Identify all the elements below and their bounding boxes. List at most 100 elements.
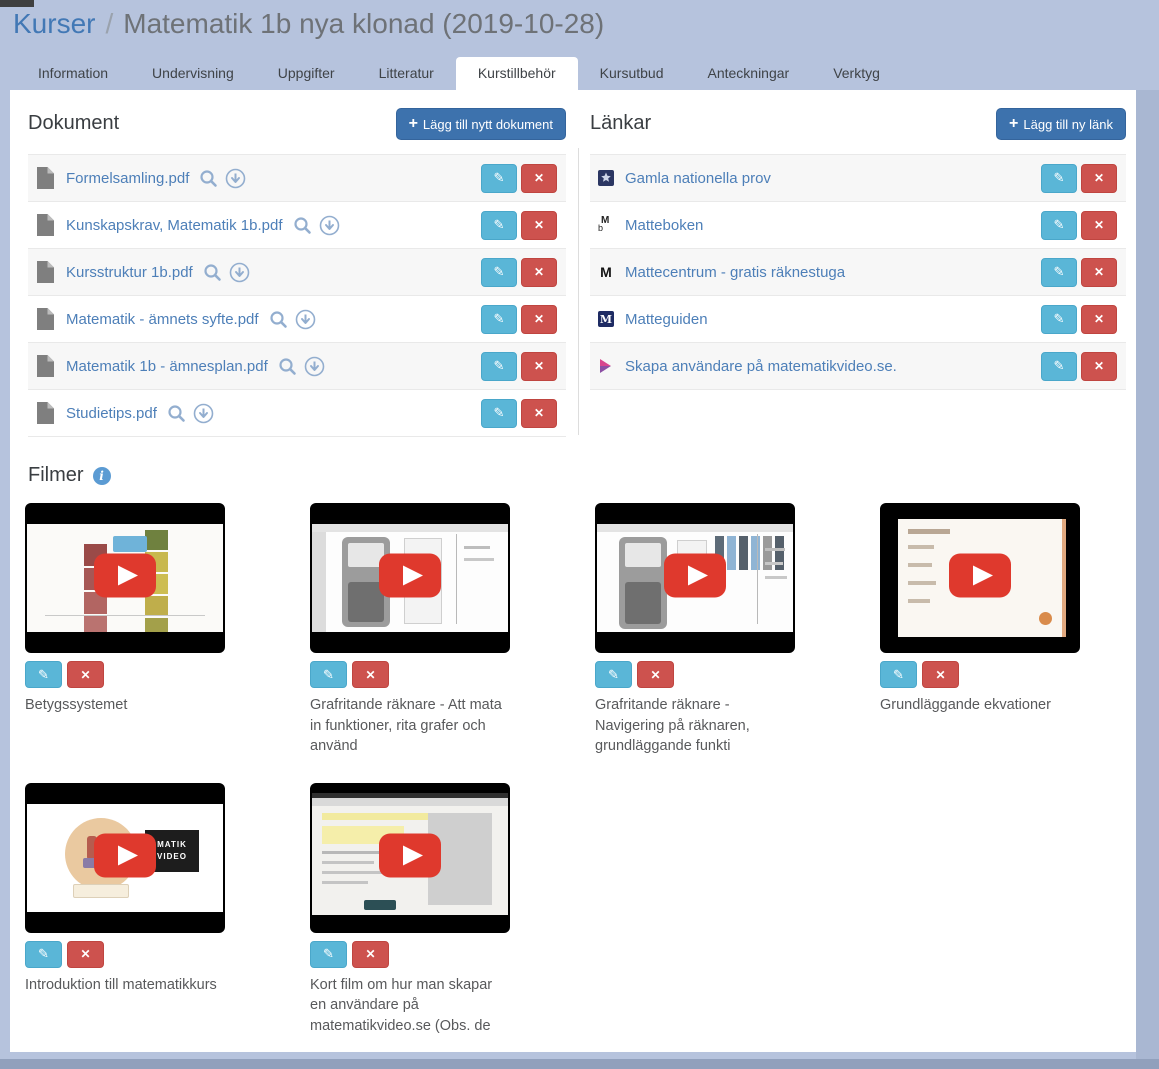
thumb-art — [751, 536, 760, 570]
delete-video-button[interactable]: ✕ — [922, 661, 959, 688]
pencil-icon: ✎ — [1054, 311, 1065, 327]
thumb-art — [765, 576, 787, 579]
play-button[interactable] — [664, 554, 726, 603]
delete-video-button[interactable]: ✕ — [67, 941, 104, 968]
document-link[interactable]: Studietips.pdf — [66, 405, 157, 422]
edit-document-button[interactable]: ✎ — [481, 399, 517, 428]
download-icon[interactable] — [319, 215, 340, 236]
edit-link-button[interactable]: ✎ — [1041, 305, 1077, 334]
edit-link-button[interactable]: ✎ — [1041, 258, 1077, 287]
download-icon[interactable] — [193, 403, 214, 424]
document-link[interactable]: Kursstruktur 1b.pdf — [66, 264, 193, 281]
delete-document-button[interactable]: ✕ — [521, 399, 557, 428]
preview-icon[interactable] — [167, 404, 186, 423]
download-icon[interactable] — [229, 262, 250, 283]
document-link[interactable]: Matematik - ämnets syfte.pdf — [66, 311, 259, 328]
document-link[interactable]: Formelsamling.pdf — [66, 170, 189, 187]
video-card: MATIKVIDEO ✎ ✕ Introduktion till matemat… — [25, 783, 225, 1037]
edit-link-button[interactable]: ✎ — [1041, 352, 1077, 381]
delete-video-button[interactable]: ✕ — [637, 661, 674, 688]
add-link-button[interactable]: + Lägg till ny länk — [996, 108, 1126, 140]
link-anchor[interactable]: Matteboken — [625, 217, 703, 234]
edit-document-button[interactable]: ✎ — [481, 164, 517, 193]
tab-uppgifter[interactable]: Uppgifter — [256, 57, 357, 90]
info-icon[interactable]: i — [93, 467, 111, 485]
tab-kurstillbehor[interactable]: Kurstillbehör — [456, 57, 578, 90]
delete-link-button[interactable]: ✕ — [1081, 352, 1117, 381]
thumb-art — [908, 545, 934, 549]
preview-icon[interactable] — [203, 263, 222, 282]
thumb-art — [597, 524, 793, 532]
delete-document-button[interactable]: ✕ — [521, 305, 557, 334]
link-row: Gamla nationella prov ✎ ✕ — [590, 155, 1126, 202]
link-anchor[interactable]: Gamla nationella prov — [625, 170, 771, 187]
tab-verktyg[interactable]: Verktyg — [811, 57, 902, 90]
delete-video-button[interactable]: ✕ — [352, 661, 389, 688]
link-anchor[interactable]: Skapa användare på matematikvideo.se. — [625, 358, 897, 375]
pencil-icon: ✎ — [38, 946, 49, 962]
delete-document-button[interactable]: ✕ — [521, 164, 557, 193]
add-document-button[interactable]: + Lägg till nytt dokument — [396, 108, 566, 140]
delete-video-button[interactable]: ✕ — [67, 661, 104, 688]
edit-document-button[interactable]: ✎ — [481, 305, 517, 334]
download-icon[interactable] — [304, 356, 325, 377]
document-link[interactable]: Kunskapskrav, Matematik 1b.pdf — [66, 217, 283, 234]
delete-document-button[interactable]: ✕ — [521, 352, 557, 381]
edit-video-button[interactable]: ✎ — [25, 661, 62, 688]
play-button[interactable] — [379, 554, 441, 603]
delete-link-button[interactable]: ✕ — [1081, 164, 1117, 193]
play-button[interactable] — [379, 833, 441, 882]
edit-video-button[interactable]: ✎ — [310, 941, 347, 968]
delete-link-button[interactable]: ✕ — [1081, 258, 1117, 287]
thumb-art — [84, 616, 107, 632]
video-thumbnail[interactable] — [880, 503, 1080, 653]
delete-link-button[interactable]: ✕ — [1081, 305, 1117, 334]
breadcrumb-courses-link[interactable]: Kurser — [13, 8, 95, 39]
edit-link-button[interactable]: ✎ — [1041, 164, 1077, 193]
edit-document-button[interactable]: ✎ — [481, 211, 517, 240]
close-icon: ✕ — [1094, 359, 1104, 373]
video-thumbnail[interactable] — [310, 503, 510, 653]
close-icon: ✕ — [534, 265, 544, 279]
link-anchor[interactable]: Mattecentrum - gratis räknestuga — [625, 264, 845, 281]
page-title: Matematik 1b nya klonad (2019-10-28) — [123, 8, 604, 39]
edit-document-button[interactable]: ✎ — [481, 258, 517, 287]
preview-icon[interactable] — [199, 169, 218, 188]
tab-undervisning[interactable]: Undervisning — [130, 57, 256, 90]
delete-document-button[interactable]: ✕ — [521, 258, 557, 287]
delete-video-button[interactable]: ✕ — [352, 941, 389, 968]
download-icon[interactable] — [225, 168, 246, 189]
play-button[interactable] — [949, 554, 1011, 603]
document-link[interactable]: Matematik 1b - ämnesplan.pdf — [66, 358, 268, 375]
close-icon: ✕ — [534, 312, 544, 326]
video-thumbnail[interactable]: MATIKVIDEO — [25, 783, 225, 933]
close-icon: ✕ — [534, 218, 544, 232]
tab-anteckningar[interactable]: Anteckningar — [685, 57, 811, 90]
close-icon: ✕ — [650, 668, 660, 682]
tab-information[interactable]: Information — [16, 57, 130, 90]
download-icon[interactable] — [295, 309, 316, 330]
video-thumbnail[interactable] — [595, 503, 795, 653]
delete-document-button[interactable]: ✕ — [521, 211, 557, 240]
play-button[interactable] — [94, 554, 156, 603]
edit-video-button[interactable]: ✎ — [310, 661, 347, 688]
pink-play-icon — [598, 358, 614, 374]
edit-video-button[interactable]: ✎ — [595, 661, 632, 688]
edit-video-button[interactable]: ✎ — [25, 941, 62, 968]
preview-icon[interactable] — [278, 357, 297, 376]
video-thumbnail[interactable] — [25, 503, 225, 653]
preview-icon[interactable] — [293, 216, 312, 235]
thumb-art — [757, 534, 758, 624]
link-anchor[interactable]: Matteguiden — [625, 311, 708, 328]
tab-litteratur[interactable]: Litteratur — [357, 57, 456, 90]
edit-link-button[interactable]: ✎ — [1041, 211, 1077, 240]
video-thumbnail[interactable] — [310, 783, 510, 933]
edit-document-button[interactable]: ✎ — [481, 352, 517, 381]
tab-kursutbud[interactable]: Kursutbud — [578, 57, 686, 90]
play-button[interactable] — [94, 833, 156, 882]
delete-link-button[interactable]: ✕ — [1081, 211, 1117, 240]
window-edge-artifact — [0, 0, 34, 7]
edit-video-button[interactable]: ✎ — [880, 661, 917, 688]
preview-icon[interactable] — [269, 310, 288, 329]
video-grid: ✎ ✕ Betygssystemet — [25, 503, 1125, 1036]
